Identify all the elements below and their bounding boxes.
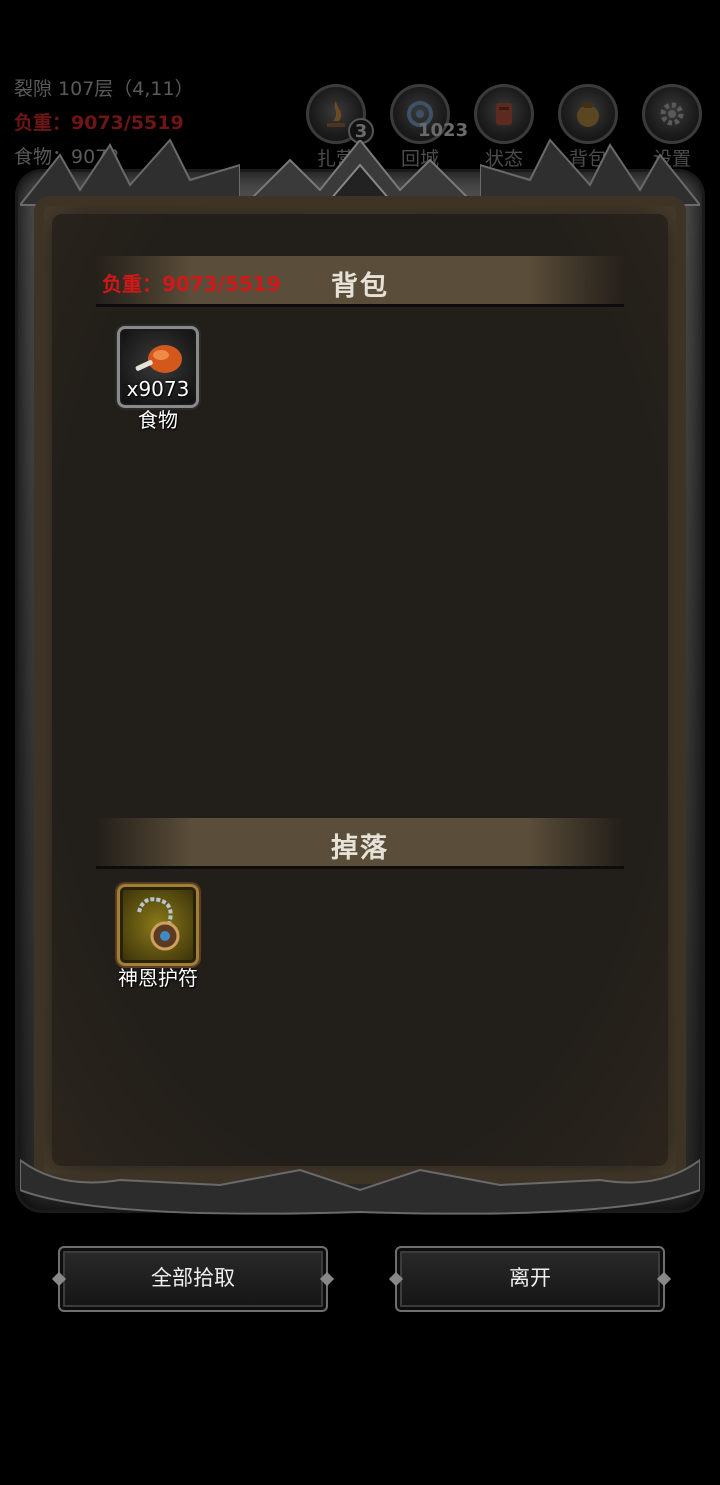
item-name: 神恩护符	[118, 966, 198, 990]
item-slot: x9073	[117, 326, 199, 408]
location-label: 裂隙 107层（4,11）	[14, 78, 194, 100]
game-screen: 裂隙 107层（4,11） 负重：9073/5519 食物：9073 3 扎营 …	[0, 0, 720, 1485]
return-town-count: 1023	[418, 120, 469, 141]
frame-bottom-ornament	[20, 1158, 700, 1215]
backpack-header: 负重：9073/5519 背包	[96, 256, 624, 307]
backpack-title: 背包	[331, 271, 389, 302]
item-slot	[117, 884, 199, 966]
backpack-item-food[interactable]: x9073 食物	[113, 326, 203, 433]
item-name: 食物	[138, 408, 178, 432]
drop-item-amulet[interactable]: 神恩护符	[113, 884, 203, 991]
pickup-all-button[interactable]: 全部拾取	[58, 1246, 328, 1312]
amulet-icon	[137, 897, 180, 951]
drops-header: 掉落	[96, 818, 624, 869]
item-quantity: x9073	[126, 377, 190, 401]
drops-title: 掉落	[331, 833, 389, 864]
leave-button[interactable]: 离开	[395, 1246, 665, 1312]
